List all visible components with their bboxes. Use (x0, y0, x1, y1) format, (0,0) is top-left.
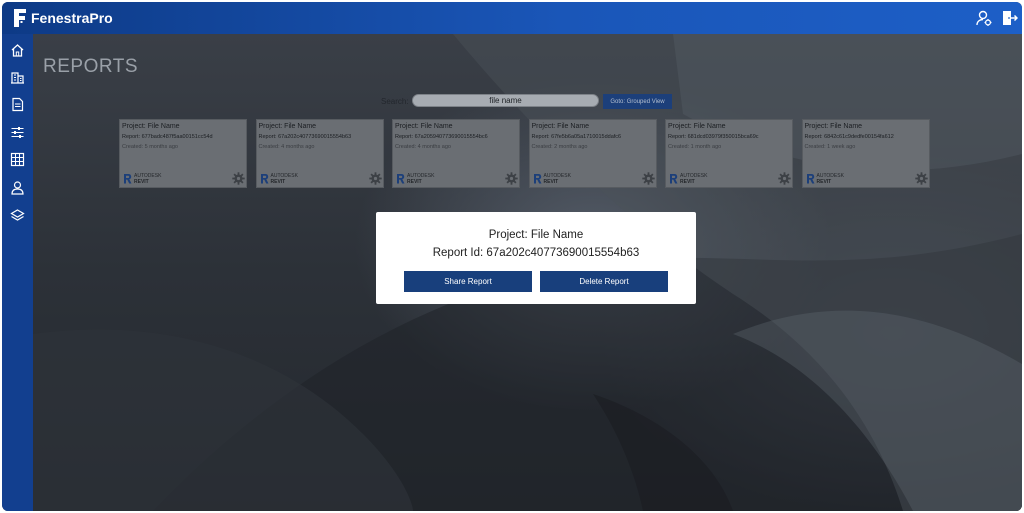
share-report-button[interactable]: Share Report (404, 271, 532, 292)
card-report-id: Report: 67a202c40773690015554b63 (258, 134, 352, 140)
card-created-time: Created: 4 months ago (258, 144, 315, 150)
autodesk-revit-label: AUTODESK REVIT (134, 173, 161, 185)
dialog-report-id: Report Id: 67a202c40773690015554b63 (432, 247, 640, 259)
app-window: FenestraPro REPORTS Search: file name Go… (2, 2, 1022, 511)
top-bar: FenestraPro (2, 2, 1022, 34)
home-icon[interactable] (10, 43, 25, 58)
revit-label: REVIT (270, 179, 286, 185)
revit-label: REVIT (134, 179, 149, 185)
gear-icon[interactable] (232, 172, 245, 185)
card-report-id: Report: 677badc487f5aa00151cc54d (122, 134, 213, 140)
gear-icon[interactable] (778, 172, 791, 185)
delete-report-button[interactable]: Delete Report (540, 271, 668, 292)
report-card[interactable]: Project: File Name Report: 6842c61c9dedfe… (801, 119, 930, 188)
user-icon[interactable] (10, 180, 25, 195)
autodesk-revit-label: AUTODESK REVIT (544, 173, 571, 185)
gear-icon[interactable] (505, 172, 518, 185)
card-report-id: Report: 67fe5b6a05a1710015ddafc6 (531, 134, 622, 140)
revit-logo-icon (397, 174, 405, 184)
revit-logo-icon (124, 174, 132, 184)
logout-icon[interactable] (1000, 9, 1018, 27)
card-created-time: Created: 5 months ago (122, 144, 178, 150)
card-created-time: Created: 2 months ago (531, 144, 588, 150)
card-report-id: Report: 67a205940773690015554bc6 (395, 134, 488, 140)
card-created-time: Created: 1 month ago (668, 144, 722, 150)
sliders-icon[interactable] (10, 125, 25, 140)
page-title: REPORTS (43, 56, 139, 77)
document-icon[interactable] (10, 97, 25, 112)
report-card[interactable]: Project: File Name Report: 681dcd03979f35… (665, 119, 793, 188)
brand-name: FenestraPro (31, 10, 113, 26)
card-project-name: Project: File Name (395, 123, 453, 130)
revit-label: REVIT (407, 179, 422, 185)
autodesk-revit-label: AUTODESK REVIT (680, 173, 707, 185)
grid-table-icon[interactable] (10, 152, 25, 167)
autodesk-revit-label: AUTODESK REVIT (817, 173, 844, 185)
card-project-name: Project: File Name (258, 123, 317, 130)
report-dialog: Project: File Name Report Id: 67a202c407… (376, 212, 696, 304)
card-project-name: Project: File Name (122, 123, 180, 130)
revit-logo-icon (533, 174, 541, 184)
card-created-time: Created: 4 months ago (395, 144, 451, 150)
card-project-name: Project: File Name (804, 123, 863, 130)
layers-icon[interactable] (10, 208, 25, 223)
revit-label: REVIT (816, 179, 832, 185)
card-report-id: Report: 681dcd03979f350015bca69c (668, 134, 759, 140)
report-card[interactable]: Project: File Name Report: 67a202c4077369… (255, 119, 384, 188)
revit-logo-icon (806, 174, 814, 184)
gear-icon[interactable] (641, 172, 655, 185)
autodesk-revit-label: AUTODESK REVIT (271, 173, 298, 185)
report-card[interactable]: Project: File Name Report: 67fe5b6a05a171… (528, 119, 657, 188)
revit-logo-icon (260, 174, 268, 184)
revit-logo-icon (670, 174, 678, 184)
gear-icon[interactable] (914, 172, 928, 185)
gear-icon[interactable] (368, 172, 382, 185)
card-created-time: Created: 1 week ago (804, 144, 856, 150)
card-project-name: Project: File Name (531, 123, 590, 130)
card-report-id: Report: 6842c61c9dedfe00154fa612 (804, 134, 894, 140)
sidebar (2, 34, 33, 511)
report-card[interactable]: Project: File Name Report: 67a20594077369… (392, 119, 520, 188)
card-project-name: Project: File Name (668, 123, 726, 130)
goto-grouped-view-button[interactable]: Goto: Grouped View (603, 94, 672, 109)
revit-label: REVIT (543, 179, 559, 185)
report-card[interactable]: Project: File Name Report: 677badc487f5aa… (119, 119, 247, 188)
revit-label: REVIT (680, 179, 695, 185)
search-label: Search: (381, 97, 409, 106)
fenestrapro-logo-icon[interactable] (12, 8, 28, 28)
dialog-project-name: Project: File Name (488, 229, 584, 241)
building-icon[interactable] (10, 70, 25, 85)
autodesk-revit-label: AUTODESK REVIT (407, 173, 434, 185)
search-input[interactable] (412, 94, 599, 107)
user-settings-icon[interactable] (975, 9, 993, 27)
